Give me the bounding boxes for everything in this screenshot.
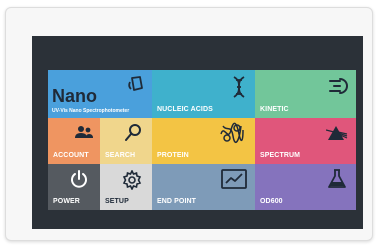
end-point-tile[interactable]: END POINT — [152, 164, 255, 210]
protein-tile[interactable]: PROTEIN — [152, 118, 255, 164]
search-label: SEARCH — [105, 152, 136, 159]
gear-icon — [122, 170, 142, 190]
brand-name: Nano — [52, 86, 97, 106]
end-point-label: END POINT — [157, 198, 197, 205]
nucleic-acids-tile[interactable]: NUCLEIC ACIDS — [152, 70, 255, 118]
users-icon — [75, 125, 93, 139]
device-frame: Nano UV-Vis Nano Spectrophotometer NUCLE… — [5, 7, 373, 241]
chart-monitor-icon — [221, 169, 247, 189]
search-tile[interactable]: SEARCH — [100, 118, 152, 164]
od600-tile[interactable]: OD600 — [255, 164, 356, 210]
home-screen: Nano UV-Vis Nano Spectrophotometer NUCLE… — [32, 36, 363, 229]
account-tile[interactable]: ACCOUNT — [48, 118, 100, 164]
prism-icon — [326, 124, 348, 142]
spectrum-label: SPECTRUM — [260, 152, 301, 159]
speedometer-arrow-icon — [328, 77, 350, 95]
kinetic-label: KINETIC — [260, 106, 289, 113]
magnifier-icon — [124, 124, 142, 142]
brand-tile: Nano UV-Vis Nano Spectrophotometer — [48, 70, 152, 118]
power-label: POWER — [53, 198, 80, 205]
nucleic-acids-label: NUCLEIC ACIDS — [157, 106, 213, 113]
cuvette-icon — [126, 74, 146, 94]
spectrum-tile[interactable]: SPECTRUM — [255, 118, 356, 164]
protein-structure-icon — [219, 122, 245, 144]
flask-icon — [328, 169, 346, 189]
power-icon — [70, 170, 88, 188]
setup-label: SETUP — [105, 198, 129, 205]
power-tile[interactable]: POWER — [48, 164, 100, 210]
dna-icon — [231, 76, 247, 98]
brand-subtitle: UV-Vis Nano Spectrophotometer — [52, 108, 130, 114]
kinetic-tile[interactable]: KINETIC — [255, 70, 356, 118]
account-label: ACCOUNT — [53, 152, 89, 159]
setup-tile[interactable]: SETUP — [100, 164, 152, 210]
od600-label: OD600 — [260, 198, 283, 205]
protein-label: PROTEIN — [157, 152, 189, 159]
